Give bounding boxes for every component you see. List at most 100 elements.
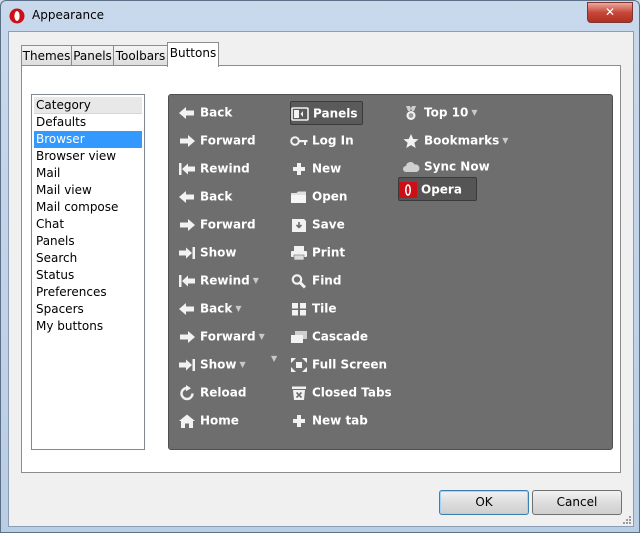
category-item-preferences[interactable]: Preferences [34, 284, 142, 301]
dropdown-arrow-icon: ▼ [471, 107, 478, 117]
category-item-mail-view[interactable]: Mail view [34, 182, 142, 199]
panels-icon [291, 106, 309, 121]
category-item-defaults[interactable]: Defaults [34, 114, 142, 131]
category-header: Category [34, 97, 142, 114]
toolbar-button-forward[interactable]: Forward [178, 213, 256, 235]
tab-buttons[interactable]: Buttons [167, 42, 219, 67]
toolbar-button-label: Back [200, 189, 233, 204]
toolbar-button-label: Panels [313, 106, 358, 121]
category-item-chat[interactable]: Chat [34, 216, 142, 233]
category-item-search[interactable]: Search [34, 250, 142, 267]
close-button[interactable]: ✕ [587, 2, 633, 23]
appearance-dialog: Appearance ✕ Themes Panels Toolbars Butt… [0, 0, 640, 533]
category-item-browser[interactable]: Browser [34, 131, 142, 148]
plus-icon [293, 162, 305, 175]
toolbar-button-save[interactable]: Save [290, 213, 345, 235]
category-item-panels[interactable]: Panels [34, 233, 142, 250]
cascade-icon [291, 330, 307, 343]
toolbar-button-cascade[interactable]: Cascade [290, 325, 368, 347]
toolbar-button-back[interactable]: Back ▼ [178, 297, 242, 319]
toolbar-button-label: Back [200, 301, 233, 316]
toolbar-button-reload[interactable]: Reload [178, 381, 246, 403]
folder-icon [291, 191, 306, 203]
toolbar-button-log-in[interactable]: Log In [290, 129, 354, 151]
resize-grip-icon[interactable] [621, 514, 631, 524]
toolbar-button-label: Bookmarks [424, 133, 500, 148]
toolbar-button-label: Tile [312, 301, 337, 316]
toolbar-button-label: Back [200, 105, 233, 120]
category-item-mail[interactable]: Mail [34, 165, 142, 182]
toolbar-button-label: Home [200, 413, 239, 428]
tab-panels[interactable]: Panels [71, 45, 114, 66]
toolbar-button-rewind[interactable]: Rewind ▼ [178, 269, 259, 291]
cloud-icon [403, 161, 420, 172]
toolbar-button-bookmarks[interactable]: Bookmarks ▼ [402, 129, 508, 151]
tile-icon [292, 302, 306, 315]
reload-icon [180, 384, 194, 400]
tab-toolbars[interactable]: Toolbars [113, 45, 168, 66]
dropdown-arrow-icon: ▼ [258, 331, 265, 341]
category-item-status[interactable]: Status [34, 267, 142, 284]
save-icon [292, 218, 306, 232]
toolbar-button-back[interactable]: Back [178, 185, 232, 207]
toolbar-button-closed-tabs[interactable]: Closed Tabs [290, 381, 392, 403]
opera-logo-icon [9, 8, 25, 24]
toolbar-button-new[interactable]: New [290, 157, 341, 179]
toolbar-button-forward[interactable]: Forward ▼ [178, 325, 265, 347]
arrow-right-icon [180, 218, 195, 231]
toolbar-button-back[interactable]: Back [178, 101, 232, 123]
toolbar-button-open[interactable]: Open [290, 185, 347, 207]
toolbar-button-label: Save [312, 217, 345, 232]
plus-icon [293, 414, 305, 427]
fast-forward-icon [179, 246, 195, 259]
toolbar-button-home[interactable]: Home [178, 409, 239, 431]
buttons-grid: Back Forward Rewind Back Forward Show Rewind ▼ B… [168, 94, 613, 450]
title-bar[interactable]: Appearance ✕ [1, 1, 639, 31]
toolbar-button-print[interactable]: Print [290, 241, 345, 263]
dropdown-arrow-icon: ▼ [235, 303, 242, 313]
magnifier-icon [291, 273, 307, 289]
dropdown-arrow-icon[interactable]: ▼ [271, 354, 277, 363]
category-item-spacers[interactable]: Spacers [34, 301, 142, 318]
arrow-left-icon [179, 190, 194, 203]
toolbar-button-top-10[interactable]: Top 10 ▼ [402, 101, 477, 123]
toolbar-button-show[interactable]: Show [178, 241, 237, 263]
dialog-footer: OK Cancel [9, 487, 633, 526]
fast-forward-icon [179, 358, 195, 371]
dropdown-arrow-icon: ▼ [252, 275, 259, 285]
toolbar-button-rewind[interactable]: Rewind [178, 157, 250, 179]
category-item-browser-view[interactable]: Browser view [34, 148, 142, 165]
arrow-right-icon [180, 330, 195, 343]
toolbar-button-sync-now[interactable]: Sync Now [402, 155, 490, 177]
home-icon [179, 414, 195, 428]
printer-icon [291, 245, 307, 260]
toolbar-button-forward[interactable]: Forward [178, 129, 256, 151]
toolbar-button-label: Cascade [312, 329, 368, 344]
tab-themes[interactable]: Themes [21, 45, 72, 66]
toolbar-button-find[interactable]: Find [290, 269, 341, 291]
category-list[interactable]: Category Defaults Browser Browser view Mail… [31, 94, 145, 450]
rewind-icon [179, 162, 195, 175]
toolbar-button-full-screen[interactable]: Full Screen [290, 353, 387, 375]
toolbar-button-label: Find [312, 273, 342, 288]
toolbar-button-label: Forward [200, 217, 256, 232]
cancel-button[interactable]: Cancel [532, 490, 622, 515]
toolbar-button-label: Show [200, 357, 237, 372]
category-item-my-buttons[interactable]: My buttons [34, 318, 142, 335]
category-item-mail-compose[interactable]: Mail compose [34, 199, 142, 216]
opera-logo-icon [399, 181, 417, 198]
toolbar-button-opera[interactable]: Opera [398, 177, 477, 201]
toolbar-button-label: Open [312, 189, 348, 204]
toolbar-button-label: Log In [312, 133, 354, 148]
toolbar-button-label: Print [312, 245, 346, 260]
toolbar-button-new-tab[interactable]: New tab [290, 409, 368, 431]
dropdown-arrow-icon: ▼ [502, 135, 509, 145]
key-icon [290, 135, 308, 146]
toolbar-button-panels[interactable]: Panels [290, 101, 363, 125]
toolbar-button-show[interactable]: Show ▼ [178, 353, 246, 375]
ok-button[interactable]: OK [439, 490, 529, 515]
toolbar-button-tile[interactable]: Tile [290, 297, 337, 319]
toolbar-button-label: Reload [200, 385, 247, 400]
toolbar-button-label: Sync Now [424, 159, 490, 174]
medal-icon [406, 105, 416, 120]
